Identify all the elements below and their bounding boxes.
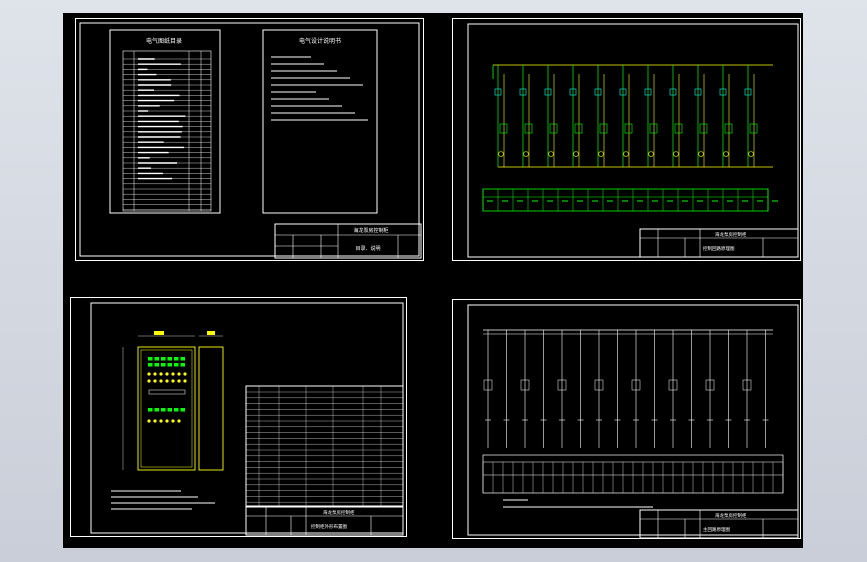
notes-table-title: 电气设计说明书 xyxy=(299,37,341,45)
sheet-index-graphics: 电气图纸目录 电气设计说明书 海龙泵房控制柜 目录、说明 xyxy=(76,19,425,262)
title-block-main: 海龙泵房控制柜 xyxy=(353,227,388,234)
title-block-main: 海龙泵房控制柜 xyxy=(715,231,747,238)
index-table-title: 电气图纸目录 xyxy=(146,37,182,45)
drawing-sheet-cabinet-layout[interactable]: 海龙泵房控制柜 控制柜外形布置图 xyxy=(70,297,407,537)
sheet-control-graphics: 海龙泵房控制柜 控制回路原理图 xyxy=(453,19,802,262)
title-block-sub: 控制回路原理图 xyxy=(703,245,735,252)
drawing-canvas: 电气图纸目录 电气设计说明书 海龙泵房控制柜 目录、说明 海龙泵房控制柜 控制回… xyxy=(63,13,803,548)
drawing-sheet-index[interactable]: 电气图纸目录 电气设计说明书 海龙泵房控制柜 目录、说明 xyxy=(75,18,424,261)
title-block-main: 海龙泵房控制柜 xyxy=(715,512,747,519)
drawing-sheet-main-circuit[interactable]: 海龙泵房控制柜 主回路原理图 xyxy=(452,299,801,539)
sheet-layout-graphics: 海龙泵房控制柜 控制柜外形布置图 xyxy=(71,298,408,538)
title-block-sub: 目录、说明 xyxy=(355,245,380,252)
sheet-main-graphics: 海龙泵房控制柜 主回路原理图 xyxy=(453,300,802,540)
title-block-sub: 控制柜外形布置图 xyxy=(311,523,347,530)
title-block-main: 海龙泵房控制柜 xyxy=(323,509,355,516)
title-block-sub: 主回路原理图 xyxy=(703,526,730,533)
drawing-sheet-control-circuit[interactable]: 海龙泵房控制柜 控制回路原理图 xyxy=(452,18,801,261)
